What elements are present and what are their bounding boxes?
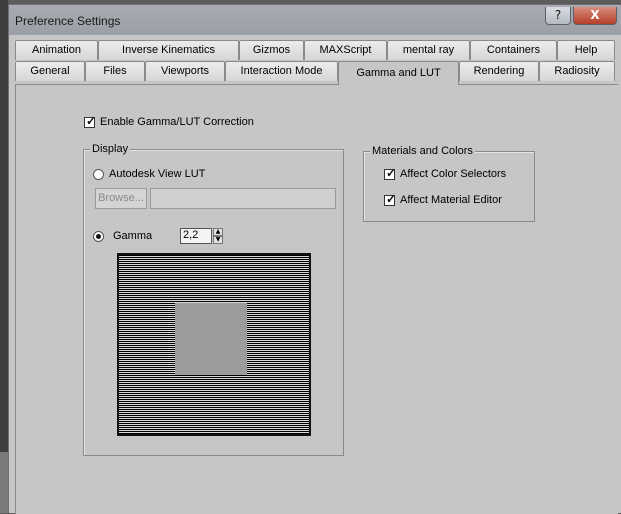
autodesk-view-lut-row[interactable]: Autodesk View LUT bbox=[93, 168, 205, 180]
materials-and-colors-legend: Materials and Colors bbox=[370, 145, 475, 157]
enable-gamma-lut-checkbox[interactable]: ✓ bbox=[84, 114, 96, 128]
tab-containers[interactable]: Containers bbox=[470, 40, 557, 60]
gamma-test-pattern-center bbox=[175, 303, 247, 375]
gamma-lut-panel: ✓ Enable Gamma/LUT Correction Display Au… bbox=[15, 84, 618, 514]
affect-material-editor-row[interactable]: ✓ Affect Material Editor bbox=[384, 192, 502, 206]
gamma-row[interactable]: Gamma bbox=[93, 230, 152, 242]
tab-gamma-and-lut[interactable]: Gamma and LUT bbox=[338, 61, 459, 85]
lut-path-field[interactable] bbox=[150, 188, 336, 209]
display-group: Display Autodesk View LUT Browse... Gamm… bbox=[83, 143, 344, 456]
gamma-spinner-up[interactable]: ▲ bbox=[213, 228, 223, 236]
title-bar-buttons: ? X bbox=[545, 7, 617, 25]
window-title: Preference Settings bbox=[15, 14, 121, 28]
tab-rendering[interactable]: Rendering bbox=[459, 61, 539, 81]
affect-color-selectors-row[interactable]: ✓ Affect Color Selectors bbox=[384, 166, 507, 180]
tab-maxscript[interactable]: MAXScript bbox=[304, 40, 387, 60]
materials-and-colors-group: Materials and Colors ✓ Affect Color Sele… bbox=[363, 145, 535, 222]
tab-radiosity[interactable]: Radiosity bbox=[539, 61, 615, 81]
tab-inverse-kinematics[interactable]: Inverse Kinematics bbox=[98, 40, 239, 60]
tab-help[interactable]: Help bbox=[557, 40, 615, 60]
tab-general[interactable]: General bbox=[15, 61, 85, 81]
gamma-radio[interactable] bbox=[93, 230, 104, 242]
enable-gamma-lut-row[interactable]: ✓ Enable Gamma/LUT Correction bbox=[84, 114, 254, 128]
display-group-legend: Display bbox=[90, 143, 131, 155]
gamma-value-field[interactable]: 2,2 bbox=[180, 228, 212, 244]
affect-material-editor-label: Affect Material Editor bbox=[400, 194, 502, 206]
tab-interaction-mode[interactable]: Interaction Mode bbox=[225, 61, 338, 81]
help-button[interactable]: ? bbox=[545, 7, 571, 25]
autodesk-view-lut-radio[interactable] bbox=[93, 168, 104, 180]
tab-animation[interactable]: Animation bbox=[15, 40, 98, 60]
preference-settings-window: Preference Settings ? X Animation Invers… bbox=[8, 4, 621, 514]
affect-color-selectors-label: Affect Color Selectors bbox=[400, 168, 507, 180]
tab-gizmos[interactable]: Gizmos bbox=[239, 40, 304, 60]
title-bar[interactable]: Preference Settings ? X bbox=[9, 5, 621, 35]
affect-color-selectors-checkbox[interactable]: ✓ bbox=[384, 166, 396, 180]
tab-files[interactable]: Files bbox=[85, 61, 145, 81]
affect-material-editor-checkbox[interactable]: ✓ bbox=[384, 192, 396, 206]
tab-mental-ray[interactable]: mental ray bbox=[387, 40, 470, 60]
gamma-spinner-down[interactable]: ▼ bbox=[213, 236, 223, 244]
enable-gamma-lut-label: Enable Gamma/LUT Correction bbox=[100, 116, 254, 128]
close-button[interactable]: X bbox=[573, 7, 617, 25]
desktop-background bbox=[0, 0, 8, 513]
browse-button[interactable]: Browse... bbox=[95, 188, 147, 209]
gamma-test-pattern bbox=[117, 253, 311, 436]
gamma-label: Gamma bbox=[113, 230, 153, 242]
tab-viewports[interactable]: Viewports bbox=[145, 61, 225, 81]
autodesk-view-lut-label: Autodesk View LUT bbox=[109, 168, 206, 180]
desktop-background-lower bbox=[0, 452, 8, 513]
